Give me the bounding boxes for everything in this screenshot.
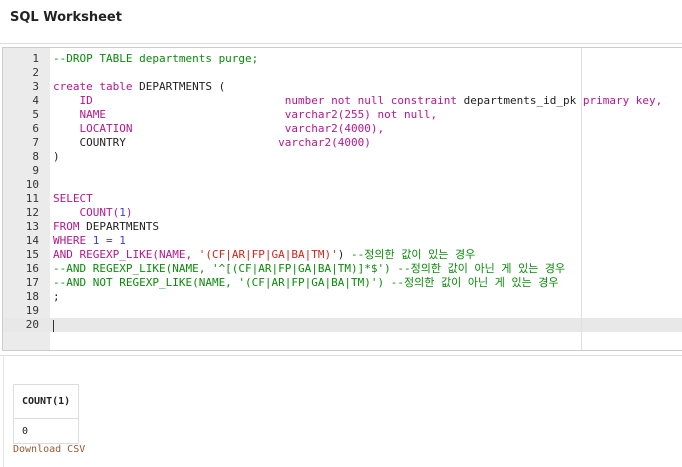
divider: [3, 355, 4, 467]
code-token: --AND REGEXP_LIKE(NAME, '^[(CF|AR|FP|GA|…: [53, 262, 566, 275]
line-number: 15: [25, 248, 39, 261]
code-text: LOCATION varchar2(4000),: [53, 122, 384, 136]
code-token: varchar2(4000): [278, 136, 371, 149]
line-number: 2: [32, 66, 39, 79]
code-token: ): [125, 206, 133, 219]
code-token: 1: [119, 206, 126, 219]
code-token: NAME: [53, 108, 285, 121]
code-text: ): [53, 150, 60, 164]
line-number: 20: [25, 318, 39, 331]
code-token: LOCATION: [53, 122, 285, 135]
code-token: create table: [53, 80, 140, 93]
column-header: COUNT(1): [12, 384, 80, 419]
code-token: WHERE: [53, 234, 93, 247]
page-title: SQL Worksheet: [10, 10, 122, 25]
line-number: 9: [32, 164, 39, 177]
results-table: COUNT(1) 0: [12, 384, 80, 444]
code-text: COUNT(1): [53, 206, 132, 220]
code-token: varchar2(255) not null,: [284, 108, 438, 121]
code-token: 1 = 1: [92, 234, 126, 247]
code-token: --AND NOT REGEXP_LIKE(NAME, '(CF|AR|FP|G…: [53, 276, 559, 289]
code-text: --DROP TABLE departments purge;: [53, 52, 258, 66]
line-number: 14: [25, 234, 39, 247]
line-number: 3: [32, 80, 39, 93]
code-token: ID: [53, 94, 285, 107]
line-number: 13: [25, 220, 39, 233]
code-text: COUNTRY varchar2(4000): [53, 136, 371, 150]
code-text: --AND REGEXP_LIKE(NAME, '^[(CF|AR|FP|GA|…: [53, 262, 565, 276]
code-token: --정의한 값이 있는 경우: [351, 248, 476, 261]
download-csv-link[interactable]: Download CSV: [13, 444, 85, 455]
line-number: 12: [25, 206, 39, 219]
code-token: ;: [53, 290, 60, 303]
line-number: 18: [25, 290, 39, 303]
line-number: 8: [32, 150, 39, 163]
code-token: primary key,: [582, 94, 663, 107]
text-cursor: [53, 320, 54, 332]
line-number: 1: [32, 52, 39, 65]
line-number: 7: [32, 136, 39, 149]
line-number: 17: [25, 276, 39, 289]
code-text: WHERE 1 = 1: [53, 234, 126, 248]
line-number: 5: [32, 108, 39, 121]
sql-editor[interactable]: 1 --DROP TABLE departments purge; 2 3 create…: [2, 47, 682, 351]
line-number: 11: [25, 192, 39, 205]
result-cell: 0: [12, 418, 80, 444]
divider: [0, 355, 682, 356]
code-token: ): [337, 248, 352, 261]
code-token: COUNT(: [53, 206, 120, 219]
code-token: SELECT: [53, 192, 93, 205]
code-token: DEPARTMENTS (: [139, 80, 226, 93]
code-text: ID number not null constraint department…: [53, 94, 662, 108]
divider: [0, 43, 682, 44]
code-token: FROM: [53, 220, 87, 233]
code-token: ): [53, 150, 60, 163]
line-number: 16: [25, 262, 39, 275]
code-text: create table DEPARTMENTS (: [53, 80, 225, 94]
code-text: AND REGEXP_LIKE(NAME, '(CF|AR|FP|GA|BA|T…: [53, 248, 475, 262]
code-text: --AND NOT REGEXP_LIKE(NAME, '(CF|AR|FP|G…: [53, 276, 559, 290]
code-text: FROM DEPARTMENTS: [53, 220, 159, 234]
code-token: AND REGEXP_LIKE(NAME,: [53, 248, 199, 261]
code-token: varchar2(4000),: [284, 122, 385, 135]
line-number: 19: [25, 304, 39, 317]
code-token: DEPARTMENTS: [86, 220, 159, 233]
code-token: number not null constraint: [284, 94, 464, 107]
code-text: ;: [53, 290, 60, 304]
code-token: '(CF|AR|FP|GA|BA|TM)': [198, 248, 338, 261]
code-text: SELECT: [53, 192, 93, 206]
code-token: COUNTRY: [53, 136, 279, 149]
code-text: NAME varchar2(255) not null,: [53, 108, 437, 122]
line-number: 6: [32, 122, 39, 135]
code-token: --DROP TABLE departments purge;: [53, 52, 259, 65]
line-number: 4: [32, 94, 39, 107]
code-token: departments_id_pk: [463, 94, 583, 107]
line-number: 10: [25, 178, 39, 191]
